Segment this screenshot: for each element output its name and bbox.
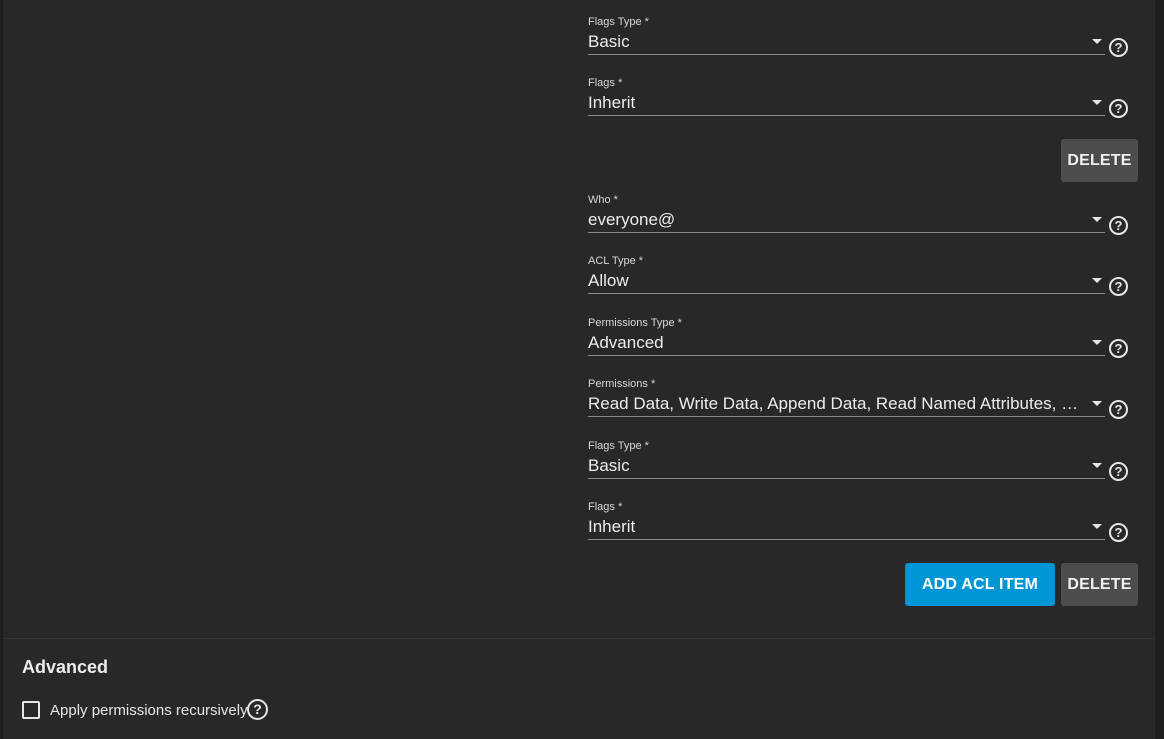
arrow-drop-down-icon: [1092, 100, 1102, 105]
acl-editor-card: Flags Type * Basic ? Flags * Inherit ? D…: [3, 0, 1155, 739]
help-circle-icon[interactable]: ?: [1109, 38, 1128, 57]
flags-type-select[interactable]: Basic: [588, 28, 1105, 55]
flags-type-field: Flags Type * Basic ?: [588, 16, 1138, 62]
flags-type-value: Basic: [588, 32, 630, 51]
advanced-section-title: Advanced: [22, 657, 109, 677]
arrow-drop-down-icon: [1092, 278, 1102, 283]
permissions-type-field: Permissions Type * Advanced ?: [588, 317, 1138, 363]
who-field: Who * everyone@ ?: [588, 194, 1138, 240]
permissions-label: Permissions *: [588, 378, 656, 390]
flags-value: Inherit: [588, 93, 636, 112]
acl-type-select[interactable]: Allow: [588, 267, 1105, 294]
who-select[interactable]: everyone@: [588, 206, 1105, 233]
flags-type-select[interactable]: Basic: [588, 452, 1105, 479]
permissions-type-label: Permissions Type *: [588, 317, 682, 329]
help-circle-icon[interactable]: ?: [247, 699, 268, 720]
flags-field: Flags * Inherit ?: [588, 77, 1138, 123]
arrow-drop-down-icon: [1092, 39, 1102, 44]
help-circle-icon[interactable]: ?: [1109, 523, 1128, 542]
help-circle-icon[interactable]: ?: [1109, 400, 1128, 419]
flags-type-label: Flags Type *: [588, 440, 649, 452]
help-circle-icon[interactable]: ?: [1109, 462, 1128, 481]
who-label: Who *: [588, 194, 618, 206]
apply-recursively-row: Apply permissions recursively ?: [22, 698, 322, 722]
apply-recursively-checkbox[interactable]: [22, 701, 40, 719]
flags-select[interactable]: Inherit: [588, 89, 1105, 116]
arrow-drop-down-icon: [1092, 401, 1102, 406]
flags-type-field: Flags Type * Basic ?: [588, 440, 1138, 486]
who-value: everyone@: [588, 210, 676, 229]
flags-type-value: Basic: [588, 456, 630, 475]
acl-type-value: Allow: [588, 271, 629, 290]
flags-label: Flags *: [588, 501, 623, 513]
acl-type-label: ACL Type *: [588, 255, 644, 267]
permissions-select[interactable]: Read Data, Write Data, Append Data, Read…: [588, 390, 1105, 417]
apply-recursively-label[interactable]: Apply permissions recursively: [50, 702, 248, 719]
permissions-field: Permissions * Read Data, Write Data, App…: [588, 378, 1138, 424]
arrow-drop-down-icon: [1092, 463, 1102, 468]
acl-type-field: ACL Type * Allow ?: [588, 255, 1138, 301]
delete-acl-entry-button[interactable]: DELETE: [1061, 563, 1138, 606]
arrow-drop-down-icon: [1092, 524, 1102, 529]
arrow-drop-down-icon: [1092, 340, 1102, 345]
arrow-drop-down-icon: [1092, 217, 1102, 222]
flags-value: Inherit: [588, 517, 636, 536]
delete-acl-entry-button[interactable]: DELETE: [1061, 139, 1138, 182]
flags-type-label: Flags Type *: [588, 16, 649, 28]
flags-field: Flags * Inherit ?: [588, 501, 1138, 547]
permissions-type-value: Advanced: [588, 333, 664, 352]
help-circle-icon[interactable]: ?: [1109, 339, 1128, 358]
help-circle-icon[interactable]: ?: [1109, 99, 1128, 118]
flags-label: Flags *: [588, 77, 623, 89]
permissions-type-select[interactable]: Advanced: [588, 329, 1105, 356]
permissions-value: Read Data, Write Data, Append Data, Read…: [588, 394, 1080, 413]
add-acl-item-button[interactable]: ADD ACL ITEM: [905, 563, 1055, 606]
section-divider: [3, 638, 1155, 639]
help-circle-icon[interactable]: ?: [1109, 216, 1128, 235]
flags-select[interactable]: Inherit: [588, 513, 1105, 540]
help-circle-icon[interactable]: ?: [1109, 277, 1128, 296]
